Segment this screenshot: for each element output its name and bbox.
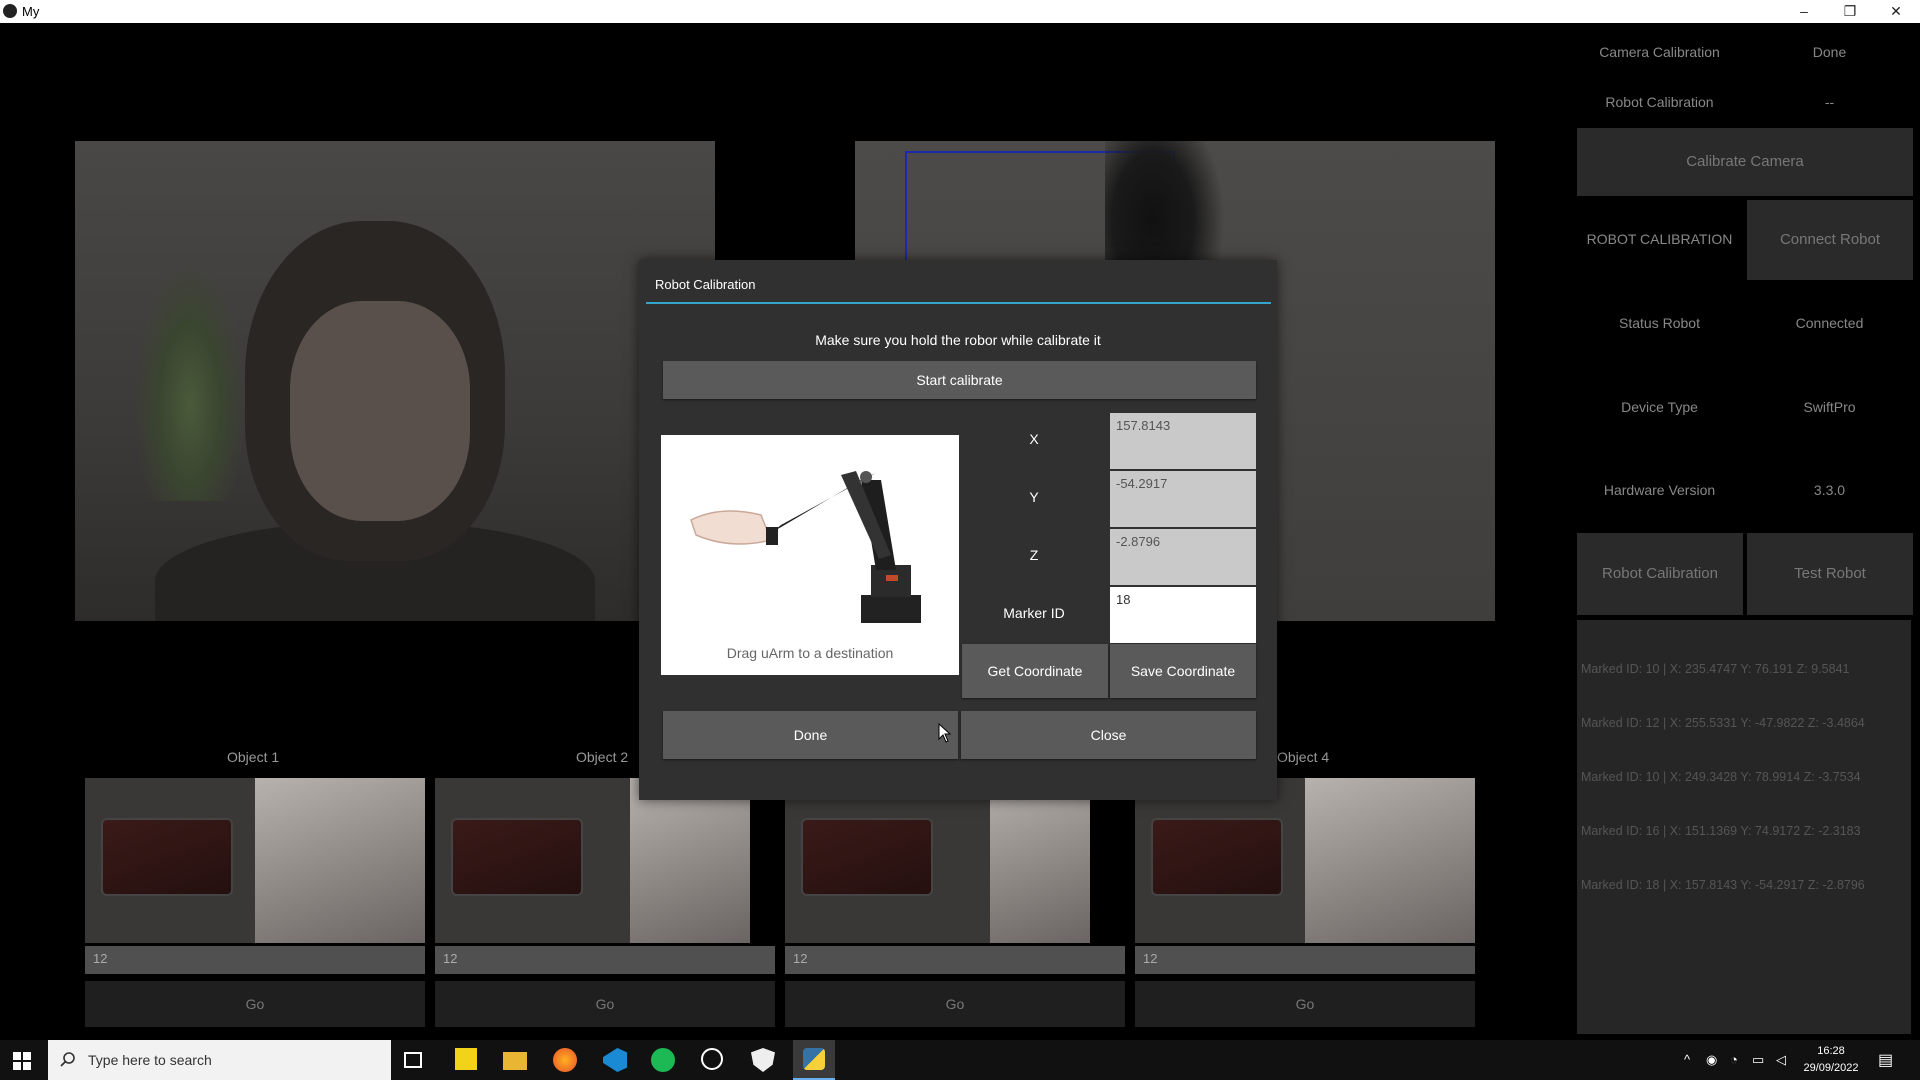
status-robot-value: Connected xyxy=(1795,315,1864,331)
vscode-icon[interactable] xyxy=(603,1048,627,1072)
search-placeholder: Type here to search xyxy=(88,1052,212,1068)
connect-robot-button[interactable]: Connect Robot xyxy=(1747,200,1913,280)
get-coordinate-button[interactable]: Get Coordinate xyxy=(962,644,1108,698)
taskbar-search-box[interactable]: Type here to search xyxy=(48,1040,391,1080)
clock-time[interactable]: 16:28 xyxy=(1798,1045,1864,1057)
window-title: My xyxy=(22,4,40,19)
search-icon xyxy=(60,1052,75,1067)
object-3-image xyxy=(785,778,1090,943)
log-line: Marked ID: 10 | X: 235.4747 Y: 76.191 Z:… xyxy=(1581,662,1850,676)
close-button[interactable]: Close xyxy=(961,711,1256,759)
hardware-version-label: Hardware Version xyxy=(1603,482,1716,498)
object-1-image xyxy=(85,778,425,943)
app-icon xyxy=(3,4,17,18)
tablet-shape xyxy=(1153,820,1281,894)
sticky-notes-icon[interactable] xyxy=(455,1048,477,1070)
camera-calibration-status: Done xyxy=(1812,44,1847,60)
robot-calibration-status: -- xyxy=(1824,94,1835,110)
object-1-go-button[interactable]: Go xyxy=(85,981,425,1027)
object-4-go-button[interactable]: Go xyxy=(1135,981,1475,1027)
marker-id-field[interactable]: 18 xyxy=(1110,587,1256,643)
log-line: Marked ID: 12 | X: 255.5331 Y: -47.9822 … xyxy=(1581,716,1865,730)
object-2-image xyxy=(435,778,750,943)
app-circle-icon[interactable] xyxy=(701,1048,723,1070)
object-1-label: Object 1 xyxy=(227,749,280,765)
person-face-shape xyxy=(290,301,470,521)
dialog-message: Make sure you hold the robor while calib… xyxy=(815,332,1101,348)
hand-gesture-image xyxy=(630,778,750,943)
tablet-shape xyxy=(103,820,231,894)
robot-calibration-label: Robot Calibration xyxy=(1605,94,1714,110)
done-button[interactable]: Done xyxy=(663,711,958,759)
status-robot-label: Status Robot xyxy=(1619,315,1700,331)
robot-arm-icon xyxy=(690,471,921,623)
calibration-log: Marked ID: 10 | X: 235.4747 Y: 76.191 Z:… xyxy=(1577,620,1911,1034)
taskbar: Type here to search ^ ◉ ◔ ▭ ◁ 16:28 29/0… xyxy=(0,1040,1920,1080)
object-4-input[interactable]: 12 xyxy=(1135,946,1475,974)
hand-gesture-image xyxy=(255,778,425,943)
marker-id-label: Marker ID xyxy=(1003,605,1065,621)
z-field[interactable]: -2.8796 xyxy=(1110,529,1256,585)
object-2-input[interactable]: 12 xyxy=(435,946,775,974)
window-titlebar: My – ❐ ✕ xyxy=(0,0,1920,23)
robot-calibration-header: ROBOT CALIBRATION xyxy=(1586,231,1733,247)
robot-calibration-dialog: Robot Calibration Make sure you hold the… xyxy=(639,260,1277,800)
notification-icon[interactable]: ▤ xyxy=(1878,1050,1893,1070)
object-1-input[interactable]: 12 xyxy=(85,946,425,974)
battery-icon[interactable]: ▭ xyxy=(1752,1052,1764,1068)
log-line: Marked ID: 16 | X: 151.1369 Y: 74.9172 Z… xyxy=(1581,824,1861,838)
python-icon xyxy=(803,1048,825,1070)
tray-chevron-icon[interactable]: ^ xyxy=(1684,1052,1690,1067)
hand-gesture-image xyxy=(1305,778,1475,943)
tablet-shape xyxy=(453,820,581,894)
close-window-button[interactable]: ✕ xyxy=(1873,0,1919,23)
volume-icon[interactable]: ◁ xyxy=(1776,1052,1786,1068)
maximize-button[interactable]: ❐ xyxy=(1827,0,1873,23)
illustration-caption: Drag uArm to a destination xyxy=(726,645,894,661)
y-field[interactable]: -54.2917 xyxy=(1110,471,1256,527)
hardware-version-value: 3.3.0 xyxy=(1813,482,1846,498)
object-4-label: Object 4 xyxy=(1277,749,1330,765)
camera-feed-user xyxy=(75,141,715,621)
clock-date[interactable]: 29/09/2022 xyxy=(1798,1062,1864,1074)
y-label: Y xyxy=(1029,489,1039,505)
tablet-shape xyxy=(803,820,931,894)
dialog-title: Robot Calibration xyxy=(655,277,756,292)
test-robot-button[interactable]: Test Robot xyxy=(1747,533,1913,615)
object-2-label: Object 2 xyxy=(576,749,629,765)
calibrate-camera-button[interactable]: Calibrate Camera xyxy=(1577,128,1913,196)
object-4-image xyxy=(1135,778,1475,943)
device-type-label: Device Type xyxy=(1621,399,1698,415)
file-explorer-icon[interactable] xyxy=(503,1052,527,1070)
object-3-input[interactable]: 12 xyxy=(785,946,1125,974)
shield-icon[interactable] xyxy=(751,1048,775,1072)
x-field[interactable]: 157.8143 xyxy=(1110,413,1256,469)
wifi-icon[interactable]: ◔ xyxy=(1730,1052,1738,1067)
dialog-title-divider xyxy=(646,302,1271,304)
object-3-go-button[interactable]: Go xyxy=(785,981,1125,1027)
z-label: Z xyxy=(1029,547,1039,563)
firefox-icon[interactable] xyxy=(553,1048,577,1072)
hand-gesture-image xyxy=(990,778,1090,943)
minimize-button[interactable]: – xyxy=(1781,0,1827,23)
active-python-app-tab[interactable] xyxy=(793,1040,835,1080)
x-label: X xyxy=(1029,431,1039,447)
object-2-go-button[interactable]: Go xyxy=(435,981,775,1027)
save-coordinate-button[interactable]: Save Coordinate xyxy=(1110,644,1256,698)
robot-calibration-button[interactable]: Robot Calibration xyxy=(1577,533,1743,615)
log-line: Marked ID: 18 | X: 157.8143 Y: -54.2917 … xyxy=(1581,878,1865,892)
log-line: Marked ID: 10 | X: 249.3428 Y: 78.9914 Z… xyxy=(1581,770,1861,784)
start-calibrate-button[interactable]: Start calibrate xyxy=(663,361,1256,399)
task-view-icon[interactable] xyxy=(404,1052,422,1068)
mouse-cursor-icon xyxy=(938,723,952,743)
spotify-icon[interactable] xyxy=(651,1048,675,1072)
plant-shape xyxy=(135,261,245,501)
device-type-value: SwiftPro xyxy=(1803,399,1856,415)
camera-calibration-label: Camera Calibration xyxy=(1599,44,1720,60)
windows-start-icon[interactable] xyxy=(13,1052,31,1070)
tray-meet-icon[interactable]: ◉ xyxy=(1706,1052,1717,1068)
uarm-illustration: Drag uArm to a destination xyxy=(661,435,959,675)
